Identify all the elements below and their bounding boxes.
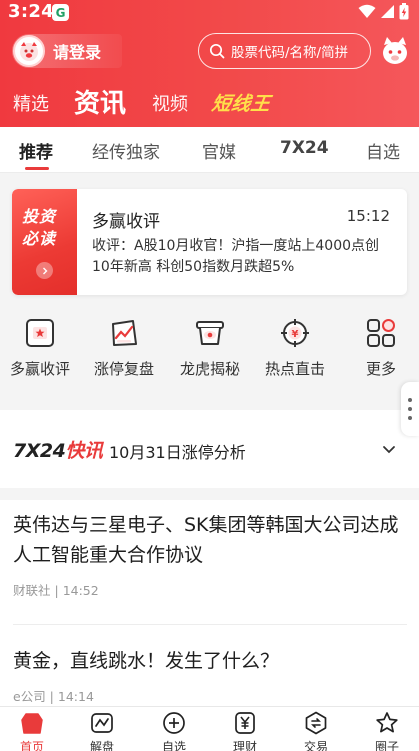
sub-tab-recommend[interactable]: 推荐 [19,138,53,163]
avatar [13,35,45,67]
sub-tab-watchlist[interactable]: 自选 [366,138,400,163]
flash-logo-number: 7X24 [13,440,66,462]
search-input[interactable]: 股票代码/名称/简拼 [198,33,371,69]
login-label: 请登录 [53,43,102,62]
grid-more-icon [366,318,396,348]
search-icon [209,43,225,59]
shortcut-label: 涨停复盘 [93,360,154,378]
featured-card[interactable]: 投资 必读 多赢收评 15:12 收评：A股10月收官！沪指一度站上4000点创… [12,189,407,295]
flash-logo: 7X24快讯 [13,436,103,463]
handle-dot [408,398,412,402]
article-source: 财联社 [13,583,51,598]
login-button[interactable]: 请登录 [12,34,122,68]
app-notification-icon: G [52,4,69,21]
bottom-tab-label: 交易 [303,740,328,751]
shortcut-row: 多赢收评 涨停复盘 龙虎揭秘 ¥ 热点直击 更多 [0,310,419,398]
target-icon: ¥ [280,318,310,348]
article-title: 黄金，直线跳水！发生了什么？ [13,650,280,672]
bottom-tab-trade[interactable]: 交易 [286,711,346,751]
featured-summary: 收评：A股10月收官！沪指一度站上4000点创10年新高 科创50指数月跌超5% [92,238,380,275]
sub-tab-official-media[interactable]: 官媒 [202,138,236,163]
mascot-menu-icon[interactable] [381,35,409,67]
top-tab-video[interactable]: 视频 [152,90,188,116]
svg-text:¥: ¥ [292,329,299,340]
badge-line-2: 必读 [22,229,57,248]
chevron-down-icon[interactable] [381,441,397,457]
handle-dot [408,407,412,411]
shortcut-label: 更多 [365,360,396,378]
top-tab-short-line-king[interactable]: 短线王 [210,89,272,116]
featured-time: 15:12 [346,207,390,225]
yen-icon [233,711,257,735]
bottom-tab-home[interactable]: 首页 [2,711,62,751]
mascot-avatar-icon [20,42,38,61]
sub-tab-exclusive[interactable]: 经传独家 [92,138,160,163]
bottom-tab-label: 解盘 [89,740,114,751]
shortcut-label: 龙虎揭秘 [179,360,240,378]
search-placeholder: 股票代码/名称/简拼 [231,45,349,61]
shortcut-limit-up[interactable]: 涨停复盘 [84,318,164,379]
article-source: e公司 [13,689,46,704]
shortcut-hotspot[interactable]: ¥ 热点直击 [255,318,335,379]
badge-line-1: 投资 [22,207,57,226]
article-meta: 财联社 | 14:52 [13,580,407,599]
signal-icon [381,5,394,18]
chart-trend-icon [109,318,139,348]
shortcut-label: 热点直击 [264,360,325,378]
shortcut-review[interactable]: 多赢收评 [0,318,80,379]
active-tab-indicator [25,167,49,170]
plus-circle-icon [162,711,186,735]
meta-separator: | [50,583,63,598]
bottom-tab-label: 自选 [161,740,186,751]
flash-logo-word: 快讯 [65,440,103,462]
bottom-tab-label: 首页 [19,740,44,751]
meta-separator: | [45,689,58,704]
wifi-icon [358,4,376,18]
bottom-nav: 首页 解盘 自选 理财 交易 圈子 [0,706,419,751]
status-icons [358,3,409,20]
article-meta: e公司 | 14:14 [13,686,407,705]
bottom-tab-analysis[interactable]: 解盘 [72,711,132,751]
home-icon [20,711,44,735]
shortcut-label: 多赢收评 [9,360,70,378]
bottom-tab-watchlist[interactable]: 自选 [144,711,204,751]
featured-title: 多赢收评 [92,212,160,232]
flash-headline: 10月31日涨停分析 [109,443,246,462]
sub-tab-7x24[interactable]: 7X24 [280,138,329,158]
flash-news-strip[interactable]: 7X24快讯 10月31日涨停分析 [0,410,419,488]
star-icon [375,711,399,735]
review-icon [25,318,55,348]
pot-icon [195,318,225,348]
top-tab-news[interactable]: 资讯 [74,83,126,120]
article-time: 14:52 [62,583,99,598]
battery-icon [399,3,409,20]
chart-wave-icon [90,711,114,735]
top-nav: 精选 资讯 视频 短线王 [0,82,419,122]
shortcut-more[interactable]: 更多 [341,318,419,379]
handle-dot [408,416,412,420]
list-item[interactable]: 英伟达与三星电子、SK集团等韩国大公司达成人工智能重大合作协议 财联社 | 14… [13,510,407,599]
article-list: 英伟达与三星电子、SK集团等韩国大公司达成人工智能重大合作协议 财联社 | 14… [0,500,419,706]
top-tab-featured[interactable]: 精选 [13,90,49,116]
article-title: 英伟达与三星电子、SK集团等韩国大公司达成人工智能重大合作协议 [13,514,399,566]
status-bar: 3:24 G [0,0,419,26]
must-read-badge: 投资 必读 [12,189,77,295]
bottom-tab-label: 理财 [232,740,257,751]
app-screen: 3:24 G 请登录 股票代码/名称/简拼 精选 资讯 视频 短线王 推荐 经传… [0,0,419,751]
divider [13,624,407,625]
bottom-tab-label: 圈子 [374,740,399,751]
list-item[interactable]: 黄金，直线跳水！发生了什么？ e公司 | 14:14 [13,646,407,705]
shortcut-dragon-tiger[interactable]: 龙虎揭秘 [170,318,250,379]
bottom-tab-finance[interactable]: 理财 [215,711,275,751]
article-time: 14:14 [57,689,94,704]
side-drawer-handle[interactable] [401,382,419,436]
notification-glyph: G [55,5,66,20]
status-time: 3:24 [8,1,54,22]
sub-tabs: 推荐 经传独家 官媒 7X24 自选 [0,127,419,173]
header: 3:24 G 请登录 股票代码/名称/简拼 精选 资讯 视频 短线王 [0,0,419,127]
trade-icon [304,711,328,735]
bottom-tab-circle[interactable]: 圈子 [357,711,417,751]
chevron-right-icon [36,262,53,279]
